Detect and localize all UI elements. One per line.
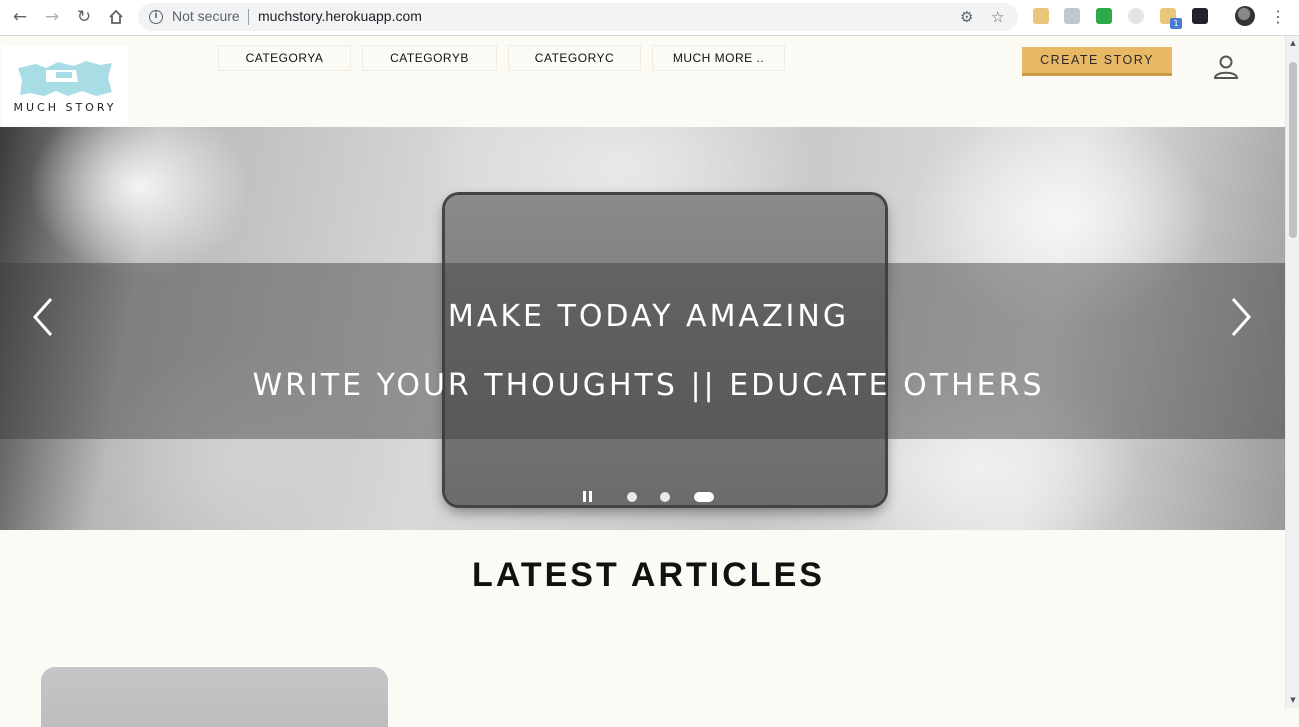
- hero-headline: MAKE TODAY AMAZING: [447, 299, 850, 334]
- home-icon[interactable]: [105, 6, 127, 28]
- scroll-thumb[interactable]: [1289, 62, 1297, 238]
- site-logo[interactable]: MUCH STORY: [2, 46, 128, 126]
- carousel-dot-2[interactable]: [660, 492, 670, 502]
- user-account-icon[interactable]: [1212, 54, 1240, 80]
- browser-toolbar: ← → ↻ i Not secure muchstory.herokuapp.c…: [0, 0, 1299, 36]
- page-content: MUCH STORY CATEGORYA CATEGORYB CATEGORYC…: [0, 36, 1285, 708]
- logo-text: MUCH STORY: [13, 101, 117, 114]
- carousel-next-icon[interactable]: [1227, 295, 1257, 339]
- address-divider: [248, 9, 249, 25]
- reload-icon[interactable]: ↻: [73, 6, 95, 28]
- page-scrollbar[interactable]: ▲ ▼: [1285, 36, 1299, 708]
- nav-category-a[interactable]: CATEGORYA: [218, 45, 351, 71]
- info-icon[interactable]: i: [149, 10, 163, 24]
- browser-menu-icon[interactable]: ⋮: [1270, 6, 1286, 28]
- translate-icon[interactable]: ⚙: [960, 8, 973, 26]
- profile-avatar[interactable]: [1235, 6, 1255, 26]
- extension-cors-icon[interactable]: [1096, 8, 1112, 24]
- security-status: Not secure: [172, 8, 240, 24]
- nav-category-c[interactable]: CATEGORYC: [508, 45, 641, 71]
- extension-circle-icon[interactable]: [1128, 8, 1144, 24]
- create-story-button[interactable]: CREATE STORY: [1022, 47, 1172, 76]
- hero-carousel: MAKE TODAY AMAZING WRITE YOUR THOUGHTS |…: [0, 127, 1285, 530]
- scroll-up-icon[interactable]: ▲: [1288, 39, 1298, 47]
- react-devtools-icon[interactable]: [1192, 8, 1208, 24]
- carousel-dot-1[interactable]: [627, 492, 637, 502]
- extension-wrench-icon[interactable]: [1064, 8, 1080, 24]
- carousel-pause-icon[interactable]: [582, 491, 594, 503]
- url-text[interactable]: muchstory.herokuapp.com: [258, 8, 422, 24]
- hero-overlay: [0, 263, 1285, 439]
- hero-subheadline: WRITE YOUR THOUGHTS || EDUCATE OTHERS: [252, 368, 1045, 403]
- nav-category-b[interactable]: CATEGORYB: [362, 45, 497, 71]
- carousel-dot-3-active[interactable]: [694, 492, 714, 502]
- carousel-prev-icon[interactable]: [27, 295, 57, 339]
- scroll-down-icon[interactable]: ▼: [1288, 696, 1298, 704]
- nav-much-more[interactable]: MUCH MORE ..: [652, 45, 785, 71]
- bookmark-star-icon[interactable]: ☆: [991, 8, 1004, 26]
- address-bar[interactable]: i Not secure muchstory.herokuapp.com ⚙ ☆: [138, 3, 1018, 31]
- extension-badge: 1: [1170, 18, 1182, 29]
- article-card[interactable]: [41, 667, 388, 727]
- section-title: LATEST ARTICLES: [472, 556, 825, 594]
- logo-brush-icon: [18, 61, 112, 96]
- extension-flag-icon[interactable]: [1033, 8, 1049, 24]
- forward-icon[interactable]: →: [41, 6, 63, 28]
- back-icon[interactable]: ←: [9, 6, 31, 28]
